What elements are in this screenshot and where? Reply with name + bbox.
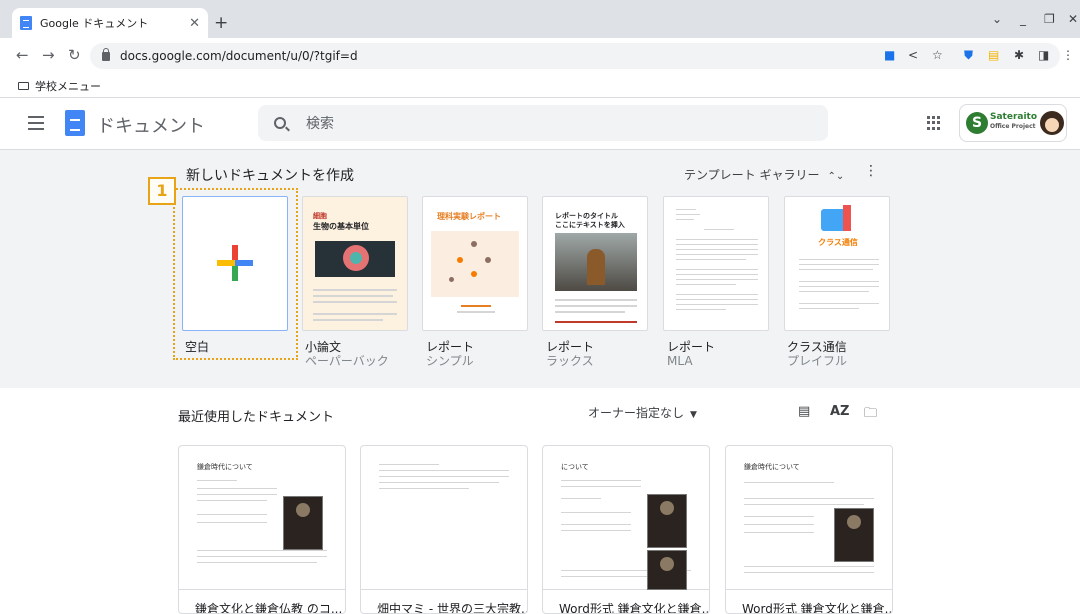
- cell-image: [315, 241, 395, 277]
- reload-icon[interactable]: ↻: [68, 46, 81, 64]
- folder-icon: [18, 81, 29, 90]
- sateraito-logo: S: [966, 112, 988, 134]
- template-essay-card[interactable]: 細胞 生物の基本単位: [302, 196, 408, 331]
- portrait-image: [647, 494, 687, 548]
- back-icon[interactable]: ←: [16, 46, 29, 64]
- search-icon: [274, 117, 286, 129]
- main-menu-icon[interactable]: [28, 116, 44, 130]
- doc-title: 畑中マミ - 世界の三大宗教...: [377, 602, 528, 614]
- doc-thumbnail: 鎌倉時代について: [726, 446, 892, 590]
- doc-thumbnail: [361, 446, 527, 590]
- template-label-report-luxe[interactable]: レポート ラックス: [546, 340, 594, 368]
- docs-header: ドキュメント 検索 S Sateraito Office Project: [0, 98, 1080, 150]
- doc-title: 鎌倉文化と鎌倉仏教 のコ...: [195, 602, 343, 614]
- extension-icon[interactable]: ▤: [988, 48, 999, 62]
- doc-thumbnail: について: [543, 446, 709, 590]
- owner-filter-dropdown[interactable]: オーナー指定なし ▼: [588, 404, 697, 421]
- more-options-icon[interactable]: ⋮: [864, 163, 878, 179]
- doc-title: Word形式 鎌倉文化と鎌倉...: [742, 602, 893, 614]
- essay-tag: 細胞: [313, 212, 327, 220]
- portrait-image: [283, 496, 323, 550]
- template-heading: 新しいドキュメントを作成: [186, 168, 354, 184]
- science-thumb-title: 理科実験レポート: [437, 212, 501, 221]
- docs-offline-icon[interactable]: ■: [884, 48, 895, 62]
- folder-picker-icon[interactable]: 🗀: [864, 404, 877, 426]
- app-title[interactable]: ドキュメント: [97, 112, 205, 138]
- books-image: [821, 205, 851, 231]
- template-gallery-button[interactable]: テンプレート ギャラリー ⌃⌄: [684, 166, 844, 183]
- essay-thumb-title: 生物の基本単位: [313, 222, 369, 231]
- doc-preview-heading: 鎌倉時代について: [197, 463, 253, 471]
- minimize-icon[interactable]: _: [1020, 12, 1026, 26]
- doc-title: Word形式 鎌倉文化と鎌倉...: [559, 602, 710, 614]
- tab-search-icon[interactable]: ⌄: [992, 12, 1002, 26]
- shield-icon[interactable]: ⛊: [964, 48, 973, 63]
- template-label-essay[interactable]: 小論文 ペーパーバック: [305, 340, 389, 368]
- account-button[interactable]: S Sateraito Office Project: [959, 104, 1067, 142]
- template-label-report-simple[interactable]: レポート シンプル: [426, 340, 474, 368]
- template-report-luxe-card[interactable]: レポートのタイトル ここにテキストを挿入: [542, 196, 648, 331]
- traveler-photo: [555, 233, 637, 291]
- url-text: docs.google.com/document/u/0/?tgif=d: [120, 49, 358, 63]
- browser-tab-strip: Google ドキュメント ✕ + ⌄ _ ❐ ✕: [0, 0, 1080, 38]
- docs-favicon-icon: [20, 16, 32, 30]
- portrait-image: [647, 550, 687, 590]
- step-badge: 1: [148, 177, 176, 205]
- recent-section: 最近使用したドキュメント オーナー指定なし ▼ ▤ AZ 🗀 鎌倉時代について 鎌…: [0, 388, 1080, 614]
- restore-icon[interactable]: ❐: [1044, 12, 1055, 26]
- recent-doc-card[interactable]: 鎌倉時代について 鎌倉文化と鎌倉仏教 のコ...: [178, 445, 346, 614]
- puzzle-icon[interactable]: ✱: [1014, 48, 1024, 62]
- doc-preview-heading: について: [561, 463, 589, 471]
- lock-icon: [102, 47, 110, 61]
- recent-doc-card[interactable]: 畑中マミ - 世界の三大宗教...: [360, 445, 528, 614]
- apps-grid-icon[interactable]: [927, 116, 941, 130]
- dropdown-arrow-icon: ▼: [690, 410, 697, 420]
- recent-heading: 最近使用したドキュメント: [178, 410, 335, 425]
- template-label-class-newsletter[interactable]: クラス通信 プレイフル: [787, 340, 847, 368]
- tab-title: Google ドキュメント: [40, 17, 149, 30]
- template-report-simple-card[interactable]: 理科実験レポート: [422, 196, 528, 331]
- recent-doc-card[interactable]: 鎌倉時代について Word形式 鎌倉文化と鎌倉...: [725, 445, 893, 614]
- bookmark-school-menu[interactable]: 学校メニュー: [35, 78, 101, 94]
- bookmarks-bar: 学校メニュー: [0, 74, 1080, 98]
- template-class-newsletter-card[interactable]: クラス通信: [784, 196, 890, 331]
- close-window-icon[interactable]: ✕: [1068, 12, 1078, 26]
- unfold-icon: ⌃⌄: [827, 171, 845, 182]
- doc-preview-heading: 鎌倉時代について: [744, 463, 800, 471]
- account-org: Sateraito Office Project: [990, 112, 1038, 130]
- browser-tab[interactable]: Google ドキュメント ✕: [12, 8, 208, 38]
- forward-icon[interactable]: →: [42, 46, 55, 64]
- new-tab-icon[interactable]: +: [214, 13, 228, 33]
- template-report-mla-card[interactable]: [663, 196, 769, 331]
- close-tab-icon[interactable]: ✕: [189, 16, 200, 31]
- side-panel-icon[interactable]: ◨: [1038, 48, 1049, 62]
- diagram-image: [431, 231, 519, 297]
- doc-thumbnail: 鎌倉時代について: [179, 446, 345, 590]
- template-label-report-mla[interactable]: レポート MLA: [667, 340, 715, 368]
- search-placeholder: 検索: [306, 116, 334, 132]
- share-icon[interactable]: <: [908, 48, 918, 62]
- docs-logo-icon[interactable]: [65, 110, 85, 136]
- menu-icon[interactable]: ⋮: [1062, 48, 1074, 62]
- bookmark-star-icon[interactable]: ☆: [932, 48, 943, 62]
- luxe-thumb-subtitle: ここにテキストを挿入: [555, 221, 625, 229]
- browser-toolbar: ← → ↻ docs.google.com/document/u/0/?tgif…: [0, 38, 1080, 74]
- search-input[interactable]: 検索: [258, 105, 828, 141]
- portrait-image: [834, 508, 874, 562]
- avatar: [1040, 111, 1064, 135]
- highlight-frame: [173, 188, 298, 360]
- recent-doc-card[interactable]: について Word形式 鎌倉文化と鎌倉...: [542, 445, 710, 614]
- list-view-icon[interactable]: ▤: [798, 404, 810, 419]
- sort-az-icon[interactable]: AZ: [830, 404, 850, 419]
- class-thumb-title: クラス通信: [818, 238, 858, 247]
